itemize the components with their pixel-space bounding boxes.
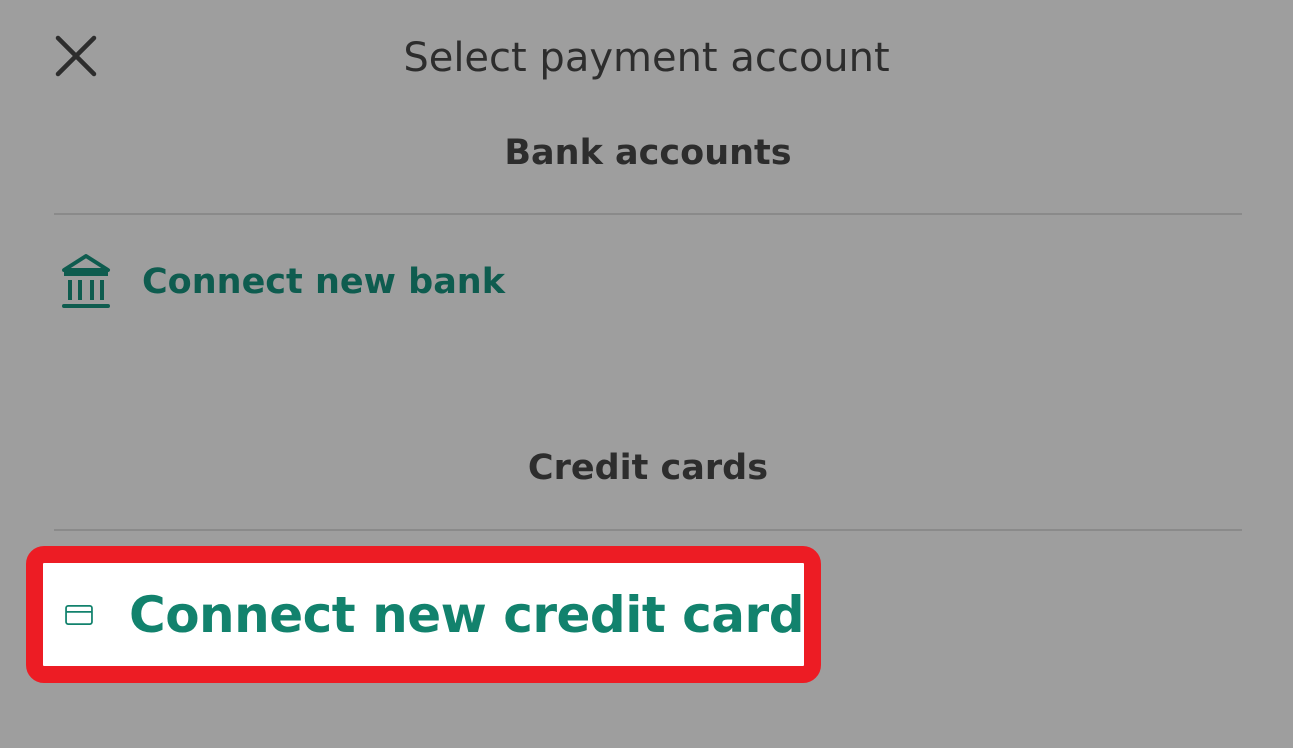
bank-accounts-heading: Bank accounts: [504, 133, 792, 173]
credit-cards-heading: Credit cards: [527, 448, 769, 488]
connect-new-credit-card-label: Connect new credit card: [129, 585, 804, 644]
page-title: Select payment account: [403, 35, 890, 81]
credit-card-icon: [65, 604, 93, 625]
connect-new-credit-card-button[interactable]: Connect new credit card: [43, 563, 804, 666]
bank-section-divider: [54, 213, 1242, 215]
cards-section-divider: [54, 529, 1242, 531]
connect-new-bank-label: Connect new bank: [142, 262, 506, 302]
connect-new-bank-button[interactable]: Connect new bank: [58, 250, 505, 314]
bank-icon: [62, 254, 110, 308]
